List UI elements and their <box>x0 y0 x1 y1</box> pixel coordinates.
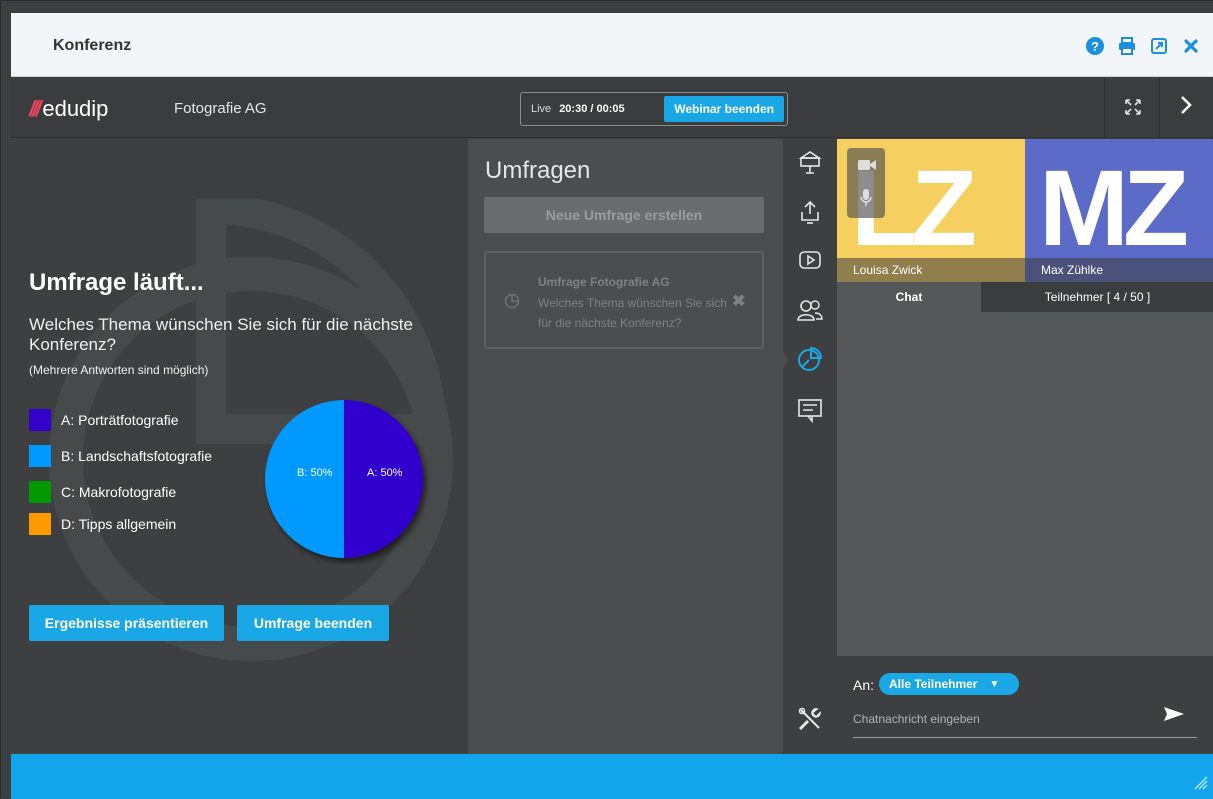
app-window: Konferenz ? ///edudip Fotografie AG Live… <box>0 0 1213 799</box>
tab-chat[interactable]: Chat <box>837 282 981 312</box>
legend-swatch-a <box>29 409 51 431</box>
input-underline <box>853 737 1197 738</box>
media-controls <box>847 148 885 218</box>
poll-pie-chart: B: 50% A: 50% <box>265 400 423 558</box>
participant-name: Max Zühlke <box>1025 258 1213 282</box>
recipient-value: Alle Teilnehmer <box>889 677 978 691</box>
recipient-select[interactable]: Alle Teilnehmer ▼ <box>879 673 1019 695</box>
pie-slice <box>344 400 423 558</box>
header-divider <box>1159 78 1160 138</box>
legend-swatch-d <box>29 513 51 535</box>
surveys-title: Umfragen <box>485 157 591 184</box>
participants-icon[interactable] <box>795 295 825 325</box>
avatar-initials: MZ <box>1039 147 1189 268</box>
svg-text:?: ? <box>1091 39 1099 54</box>
legend-swatch-c <box>29 481 51 503</box>
end-webinar-button[interactable]: Webinar beenden <box>664 96 784 122</box>
legend-label: C: Makrofotografie <box>61 484 177 500</box>
whiteboard-icon[interactable] <box>795 395 825 425</box>
chevron-right-icon[interactable] <box>1179 94 1193 122</box>
pie-slice-label: A: 50% <box>367 467 403 479</box>
tool-sidebar <box>783 139 837 754</box>
legend-item: B: Landschaftsfotografie <box>29 445 212 467</box>
legend-item: C: Makrofotografie <box>29 481 176 503</box>
poll-heading: Umfrage läuft... <box>29 269 204 296</box>
microphone-icon[interactable] <box>860 188 872 213</box>
video-tile-max[interactable]: MZ Max Zühlke <box>1025 139 1213 282</box>
present-results-button[interactable]: Ergebnisse präsentieren <box>29 605 224 641</box>
survey-card-title: Umfrage Fotografie AG <box>538 275 670 289</box>
help-icon[interactable]: ? <box>1084 35 1106 57</box>
window-title: Konferenz <box>53 37 132 54</box>
close-icon[interactable] <box>1180 35 1202 57</box>
video-play-icon[interactable] <box>795 245 825 275</box>
legend-item: A: Porträtfotografie <box>29 409 179 431</box>
live-time: 20:30 / 00:05 <box>559 103 625 115</box>
poll-hint: (Mehrere Antworten sind möglich) <box>29 363 209 377</box>
survey-card-text: Welches Thema wünschen Sie sich für die … <box>538 296 727 330</box>
survey-card[interactable]: Umfrage Fotografie AG Welches Thema wüns… <box>484 251 764 349</box>
print-icon[interactable] <box>1116 35 1138 57</box>
company-name: Fotografie AG <box>174 100 267 117</box>
poll-icon[interactable] <box>795 344 825 374</box>
legend-label: A: Porträtfotografie <box>61 412 179 428</box>
delete-survey-icon[interactable]: ✖ <box>732 291 745 311</box>
popout-icon[interactable] <box>1148 35 1170 57</box>
tab-participants[interactable]: Teilnehmer [ 4 / 50 ] <box>981 282 1213 312</box>
upload-icon[interactable] <box>795 197 825 227</box>
caret-down-icon: ▼ <box>989 678 1000 690</box>
live-status-box: Live 20:30 / 00:05 Webinar beenden <box>520 92 788 126</box>
logo-text: edudip <box>42 96 109 121</box>
legend-swatch-b <box>29 445 51 467</box>
surveys-panel: Umfragen Neue Umfrage erstellen Umfrage … <box>468 139 783 754</box>
live-label: Live <box>531 103 552 115</box>
outer-left-border <box>1 1 11 799</box>
legend-item: D: Tipps allgemein <box>29 513 176 535</box>
title-bar: Konferenz ? <box>11 13 1213 77</box>
legend-label: D: Tipps allgemein <box>61 516 177 532</box>
poll-question: Welches Thema wünschen Sie sich für die … <box>29 315 413 354</box>
chat-message-input[interactable] <box>853 708 1143 730</box>
camera-icon[interactable] <box>857 158 877 177</box>
chat-composer: An: Alle Teilnehmer ▼ <box>837 656 1213 754</box>
participant-name: Louisa Zwick <box>837 258 1025 282</box>
legend-label: B: Landschaftsfotografie <box>61 448 212 464</box>
send-icon[interactable] <box>1163 705 1185 729</box>
presentation-icon[interactable] <box>795 147 825 177</box>
header-divider <box>1104 78 1105 138</box>
active-tool-marker <box>783 352 789 368</box>
recipient-label: An: <box>853 677 875 693</box>
app-header: ///edudip Fotografie AG Live 20:30 / 00:… <box>11 78 1213 138</box>
poll-panel: Umfrage läuft... Welches Thema wünschen … <box>11 139 468 754</box>
outer-top-border <box>1 1 1213 13</box>
pie-slice <box>265 400 344 558</box>
window-controls: ? <box>1084 35 1202 57</box>
edudip-logo: ///edudip <box>29 96 109 121</box>
tools-icon[interactable] <box>795 704 825 734</box>
status-bar <box>11 754 1213 799</box>
end-poll-button[interactable]: Umfrage beenden <box>237 605 389 641</box>
poll-icon <box>504 293 520 314</box>
video-chat-panel: LZ Louisa Zwick MZ Max Zühlke Chat Teiln… <box>837 139 1213 754</box>
new-survey-button[interactable]: Neue Umfrage erstellen <box>484 197 764 233</box>
fullscreen-icon[interactable] <box>1124 98 1142 116</box>
resize-grip-icon[interactable] <box>1194 776 1208 793</box>
pie-slice-label: B: 50% <box>297 467 333 479</box>
